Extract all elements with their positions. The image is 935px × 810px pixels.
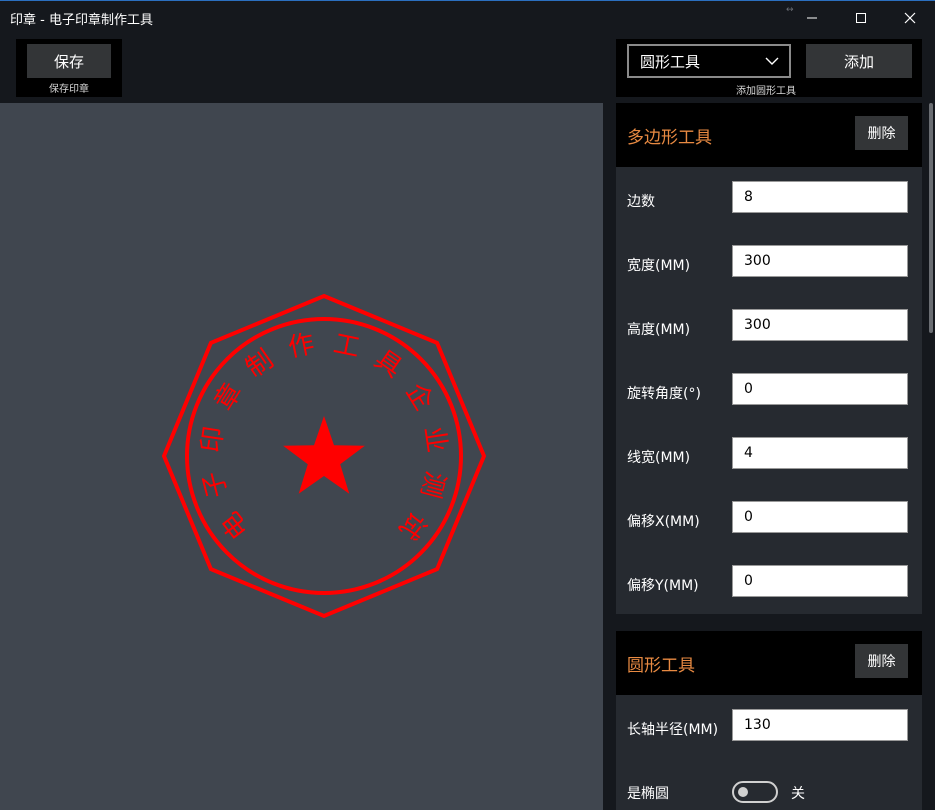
seal-text-char: 子 [198,468,234,501]
field-label: 宽度(MM) [627,258,691,274]
rotation-input[interactable]: 0 [732,373,908,405]
seal-text-char: 作 [286,329,318,364]
seal-text-char: 制 [241,344,280,383]
field-label: 高度(MM) [627,322,691,338]
circle-panel-header: 圆形工具 删除 [616,631,922,695]
polygon-panel-header: 多边形工具 删除 [616,103,922,167]
seal-text-char: 具 [369,344,408,383]
seal-text-char: 工 [331,329,363,364]
seal-text-char: 印 [196,424,230,454]
width-input[interactable]: 300 [732,245,908,277]
field-row-line-width: 线宽(MM) 4 [616,423,922,487]
seal-text-char: 试 [392,506,432,545]
line-width-input[interactable]: 4 [732,437,908,469]
add-shape-caption: 添加圆形工具 [736,86,796,97]
major-radius-input[interactable]: 130 [732,709,908,741]
seal-text-char: 企 [400,378,439,416]
save-caption: 保存印章 [49,84,89,95]
shape-type-select[interactable]: 圆形工具 [627,44,791,78]
field-row-offset-x: 偏移X(MM) 0 [616,487,922,551]
field-row-width: 宽度(MM) 300 [616,231,922,295]
circle-panel-title: 圆形工具 [627,656,695,676]
field-row-offset-y: 偏移Y(MM) 0 [616,551,922,615]
panel-scrollbar[interactable] [929,103,933,333]
circle-delete-button[interactable]: 删除 [855,644,908,678]
add-shape-button[interactable]: 添加 [806,44,912,78]
seal-star [283,416,365,494]
field-label: 偏移X(MM) [627,514,700,530]
offset-y-input[interactable]: 0 [732,565,908,597]
close-icon [904,12,916,23]
field-row-sides: 边数 8 [616,167,922,231]
seal-preview: 电子印章制作工具企业测试 [161,293,487,619]
minimize-icon [807,17,817,18]
field-label: 偏移Y(MM) [627,578,699,594]
seal-text-char: 章 [209,378,248,416]
maximize-button[interactable] [838,1,884,34]
field-row-major-radius: 长轴半径(MM) 130 [616,695,922,759]
field-label: 长轴半径(MM) [627,722,719,738]
toggle-knob [738,787,748,797]
field-label: 线宽(MM) [627,450,691,466]
add-shape-toolbar: 圆形工具 添加 添加圆形工具 [616,39,922,97]
seal-canvas[interactable]: 电子印章制作工具企业测试 [0,103,603,810]
field-row-height: 高度(MM) 300 [616,295,922,359]
field-row-rotation: 旋转角度(°) 0 [616,359,922,423]
polygon-tool-panel: 多边形工具 删除 边数 8 宽度(MM) 300 高度(MM) 300 旋转角度… [616,103,922,614]
shape-type-value: 圆形工具 [640,52,701,71]
close-button[interactable] [887,1,933,34]
chevron-down-icon [765,57,779,65]
polygon-delete-button[interactable]: 删除 [855,116,908,150]
height-input[interactable]: 300 [732,309,908,341]
ellipse-toggle[interactable] [732,781,778,803]
ellipse-toggle-state: 关 [791,786,805,802]
polygon-panel-title: 多边形工具 [627,128,712,148]
seal-text-char: 测 [414,468,450,501]
field-label: 旋转角度(°) [627,386,701,402]
seal-text-char: 业 [418,424,452,454]
field-label: 边数 [627,194,655,210]
sides-input[interactable]: 8 [732,181,908,213]
minimize-button[interactable] [789,1,835,34]
seal-text-char: 电 [216,506,256,545]
ellipse-label: 是椭圆 [627,786,669,802]
save-button[interactable]: 保存 [27,44,111,78]
title-bar: 印章 - 电子印章制作工具 ↔ [0,0,935,34]
maximize-icon [856,12,866,23]
circle-tool-panel: 圆形工具 删除 长轴半径(MM) 130 是椭圆 关 [616,631,922,810]
save-toolbar: 保存 保存印章 [16,39,122,97]
offset-x-input[interactable]: 0 [732,501,908,533]
window-title: 印章 - 电子印章制作工具 [10,13,153,28]
